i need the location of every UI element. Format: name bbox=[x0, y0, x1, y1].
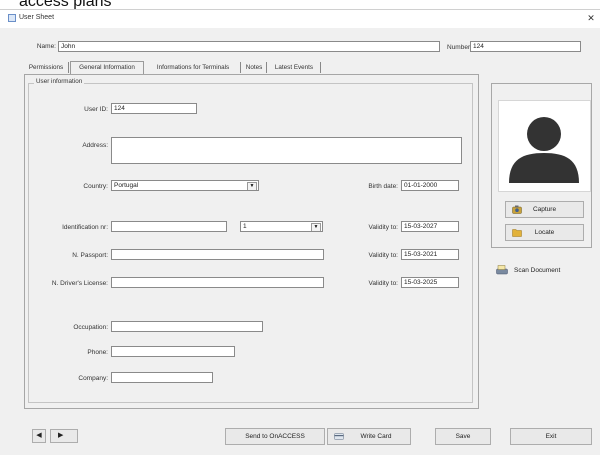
drivers-license-label: N. Driver's License: bbox=[51, 280, 108, 287]
chevron-down-icon[interactable]: ▼ bbox=[311, 223, 321, 231]
exit-button[interactable]: Exit bbox=[510, 428, 592, 445]
close-button[interactable]: ✕ bbox=[584, 12, 598, 25]
identification-type-value: 1 bbox=[243, 223, 247, 230]
locate-label: Locate bbox=[534, 229, 555, 236]
address-field[interactable] bbox=[111, 137, 462, 164]
capture-label: Capture bbox=[532, 206, 557, 213]
company-label: Company: bbox=[78, 375, 108, 382]
country-select[interactable]: Portugal ▼ bbox=[111, 180, 259, 191]
bottom-toolbar: ◀ ▶ Send to OnACCESS Write Card Save Exi… bbox=[0, 420, 600, 445]
group-title: User information bbox=[34, 78, 85, 85]
identification-label: Identification nr: bbox=[62, 224, 108, 231]
birth-date-field[interactable]: 01-01-2000 bbox=[401, 180, 459, 191]
birth-date-label: Birth date: bbox=[368, 183, 398, 190]
write-card-button[interactable]: Write Card bbox=[327, 428, 411, 445]
scan-document-label: Scan Document bbox=[514, 267, 561, 274]
tab-permissions[interactable]: Permissions bbox=[24, 62, 69, 73]
company-field[interactable] bbox=[111, 372, 213, 383]
tab-general-information[interactable]: General Information bbox=[70, 61, 144, 74]
country-value: Portugal bbox=[114, 182, 139, 189]
send-to-onaccess-label: Send to OnACCESS bbox=[245, 433, 305, 440]
validity-field-1[interactable]: 15-03-2027 bbox=[401, 221, 459, 232]
address-label: Address: bbox=[82, 142, 108, 149]
passport-field[interactable] bbox=[111, 249, 324, 260]
phone-label: Phone: bbox=[87, 349, 108, 356]
country-label: Country: bbox=[83, 183, 108, 190]
write-card-label: Write Card bbox=[360, 433, 392, 440]
send-to-onaccess-button[interactable]: Send to OnACCESS bbox=[225, 428, 325, 445]
scan-document-button[interactable]: Scan Document bbox=[493, 262, 593, 279]
capture-button[interactable]: Capture bbox=[505, 201, 584, 218]
next-record-button[interactable]: ▶ bbox=[50, 429, 78, 443]
title-bar: User Sheet ✕ bbox=[0, 10, 600, 28]
number-field[interactable]: 124 bbox=[470, 41, 581, 52]
user-id-field[interactable]: 124 bbox=[111, 103, 197, 114]
number-label: Number: bbox=[447, 44, 472, 51]
save-label: Save bbox=[455, 433, 471, 440]
occupation-label: Occupation: bbox=[73, 324, 108, 331]
passport-label: N. Passport: bbox=[72, 252, 108, 259]
user-id-label: User ID: bbox=[84, 106, 108, 113]
phone-field[interactable] bbox=[111, 346, 235, 357]
save-button[interactable]: Save bbox=[435, 428, 491, 445]
validity-label-3: Validity to: bbox=[368, 280, 398, 287]
identification-field[interactable] bbox=[111, 221, 227, 232]
name-field[interactable]: John bbox=[58, 41, 440, 52]
previous-record-button[interactable]: ◀ bbox=[32, 429, 46, 443]
locate-button[interactable]: Locate bbox=[505, 224, 584, 241]
tab-notes[interactable]: Notes bbox=[242, 62, 267, 73]
user-photo bbox=[498, 100, 591, 192]
name-label: Name: bbox=[36, 43, 56, 50]
identification-type-select[interactable]: 1 ▼ bbox=[240, 221, 323, 232]
occupation-field[interactable] bbox=[111, 321, 263, 332]
chevron-down-icon[interactable]: ▼ bbox=[247, 182, 257, 190]
validity-label-1: Validity to: bbox=[368, 224, 398, 231]
validity-label-2: Validity to: bbox=[368, 252, 398, 259]
person-avatar-icon bbox=[509, 117, 579, 183]
window-title: User Sheet bbox=[19, 14, 55, 21]
validity-field-3[interactable]: 15-03-2025 bbox=[401, 277, 459, 288]
scanner-icon bbox=[496, 265, 508, 275]
drivers-license-field[interactable] bbox=[111, 277, 324, 288]
app-icon bbox=[8, 14, 16, 22]
validity-field-2[interactable]: 15-03-2021 bbox=[401, 249, 459, 260]
tab-latest-events[interactable]: Latest Events bbox=[268, 62, 321, 73]
exit-label: Exit bbox=[545, 433, 557, 440]
tab-informations-for-terminals[interactable]: Informations for Terminals bbox=[146, 62, 241, 73]
